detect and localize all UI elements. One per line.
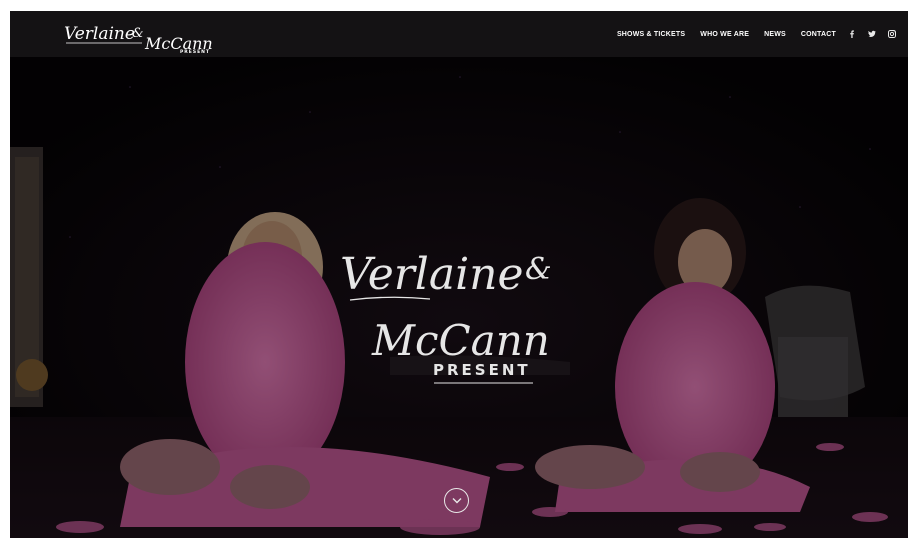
twitter-icon[interactable] [868, 30, 876, 38]
nav-who-we-are[interactable]: WHO WE ARE [700, 31, 749, 38]
hero-ampersand: & [525, 252, 552, 287]
hero-title-line1: Verlaine [340, 249, 524, 300]
chevron-down-icon [452, 498, 461, 504]
hero-title-lockup: Verlaine & McCann PRESENT [340, 249, 552, 384]
hero-tagline: PRESENT [433, 361, 531, 379]
facebook-icon[interactable] [848, 30, 856, 38]
nav-news[interactable]: NEWS [764, 31, 786, 38]
nav-contact[interactable]: CONTACT [801, 31, 836, 38]
nav-shows-tickets[interactable]: SHOWS & TICKETS [617, 31, 685, 38]
site-logo[interactable]: Verlaine & McCann PRESENT [62, 17, 213, 55]
scroll-down-button[interactable] [444, 488, 469, 513]
hero-title-line2: McCann [371, 316, 550, 365]
hero-section: Verlaine & McCann PRESENT [10, 57, 908, 538]
logo-line1: Verlaine [64, 24, 135, 44]
instagram-icon[interactable] [888, 30, 896, 38]
logo-tagline: PRESENT [180, 49, 210, 55]
logo-ampersand: & [132, 26, 144, 41]
top-navigation: Verlaine & McCann PRESENT SHOWS & TICKET… [10, 11, 908, 57]
page-frame: Verlaine & McCann PRESENT SHOWS & TICKET… [10, 11, 908, 538]
main-menu: SHOWS & TICKETS WHO WE ARE NEWS CONTACT [602, 11, 896, 57]
hero-stage-photo: Verlaine & McCann PRESENT [10, 57, 908, 538]
